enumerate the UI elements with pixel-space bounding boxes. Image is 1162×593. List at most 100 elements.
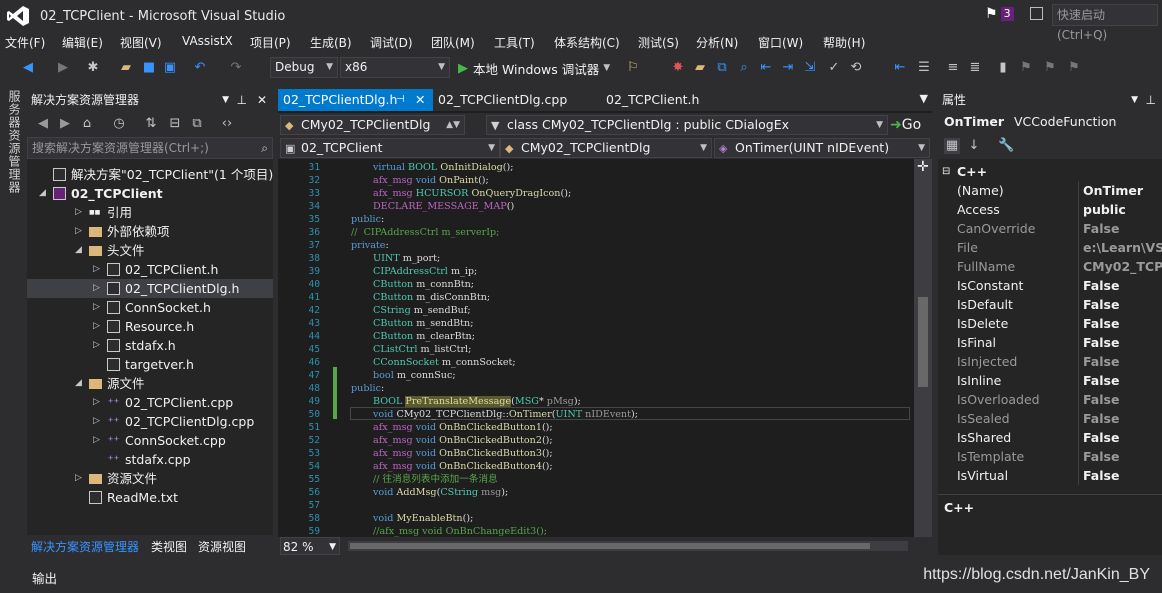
property-row[interactable]: IsTemplate False bbox=[938, 447, 1162, 466]
property-row[interactable]: IsDefault False bbox=[938, 295, 1162, 314]
tree-item[interactable]: ▷ 资源文件 bbox=[27, 469, 273, 488]
code-icon[interactable]: ‹› bbox=[219, 116, 235, 132]
save-all-icon[interactable]: ▣ bbox=[162, 60, 178, 76]
property-row[interactable]: IsSealed False bbox=[938, 409, 1162, 428]
member-select[interactable]: ◈ OnTimer(UINT nIDEvent) ▼ bbox=[714, 138, 930, 158]
prev-bookmark-icon[interactable]: ⚑ bbox=[1018, 60, 1034, 76]
chevron-down-icon[interactable]: ▼ bbox=[1131, 89, 1138, 111]
tree-item[interactable]: ▷ ■■ 引用 bbox=[27, 203, 273, 222]
start-debugging-button[interactable]: ▶ 本地 Windows 调试器 ▼ bbox=[458, 58, 610, 78]
bottom-tab-1[interactable]: 类视图 bbox=[151, 538, 187, 555]
object-selector[interactable]: OnTimer VCCodeFunction bbox=[938, 111, 1162, 133]
home-icon[interactable]: ⌂ bbox=[79, 116, 95, 132]
menu-item-2[interactable]: 视图(V) bbox=[120, 34, 162, 51]
property-row[interactable]: IsConstant False bbox=[938, 276, 1162, 295]
property-row[interactable]: IsInjected False bbox=[938, 352, 1162, 371]
tree-item[interactable]: targetver.h bbox=[27, 355, 273, 374]
show-all-files-icon[interactable]: ⧉ bbox=[189, 116, 205, 132]
redo-icon[interactable]: ↷ bbox=[228, 60, 244, 76]
folder-icon[interactable]: ▰ bbox=[692, 60, 708, 76]
property-category[interactable]: ⊟ C++ bbox=[938, 162, 1162, 181]
platform-select[interactable]: x86 ▼ bbox=[340, 57, 450, 78]
clear-bookmarks-icon[interactable]: ⚑ bbox=[1066, 60, 1082, 76]
tab-overflow-icon[interactable]: ▼ bbox=[920, 92, 928, 105]
menu-item-6[interactable]: 调试(D) bbox=[370, 34, 413, 51]
spellcheck-icon[interactable]: ✓ bbox=[826, 60, 842, 76]
forward-icon[interactable]: ▶ bbox=[57, 116, 73, 132]
pin-icon[interactable]: ⊥ bbox=[1146, 89, 1156, 111]
property-row[interactable]: (Name) OnTimer bbox=[938, 181, 1162, 200]
solution-configuration-select[interactable]: Debug ▼ bbox=[270, 57, 338, 78]
collapsed-icon[interactable]: ▷ bbox=[93, 298, 100, 317]
uncomment-icon[interactable]: ≣ bbox=[967, 60, 983, 76]
go-button[interactable]: ➜ Go bbox=[890, 115, 921, 135]
tree-item[interactable]: ▷ ⁺⁺ 02_TCPClient.cpp bbox=[27, 393, 273, 412]
tree-item[interactable]: ▷ Resource.h bbox=[27, 317, 273, 336]
arrow-right-icon[interactable]: ⇥ bbox=[780, 60, 796, 76]
menu-item-1[interactable]: 编辑(E) bbox=[62, 34, 103, 51]
expanded-icon[interactable]: ◢ bbox=[75, 374, 82, 393]
bottom-tab-2[interactable]: 资源视图 bbox=[198, 538, 246, 555]
menu-item-4[interactable]: 项目(P) bbox=[250, 34, 291, 51]
sync-icon[interactable]: ⇅ bbox=[143, 116, 159, 132]
outdent-icon[interactable]: ☰ bbox=[916, 60, 932, 76]
collapsed-icon[interactable]: ▷ bbox=[93, 317, 100, 336]
code-text-area[interactable]: 31 32 33 34 35 36 37 38 39 40 41 42 43 44 45 46 47 48 49 50… bbox=[278, 159, 932, 537]
menu-item-10[interactable]: 测试(S) bbox=[638, 34, 679, 51]
collapsed-icon[interactable]: ▷ bbox=[93, 393, 100, 412]
property-row[interactable]: IsOverloaded False bbox=[938, 390, 1162, 409]
va-definition-select[interactable]: ▼ class CMy02_TCPClientDlg : public CDia… bbox=[486, 115, 888, 135]
tree-item[interactable]: ▷ ⁺⁺ 02_TCPClientDlg.cpp bbox=[27, 412, 273, 431]
notifications[interactable]: ⚑ 3 bbox=[985, 6, 1014, 22]
output-tab[interactable]: 输出 bbox=[32, 568, 57, 587]
server-explorer-tab[interactable]: 服务器资源管理器 bbox=[6, 90, 23, 194]
step-icon[interactable]: ⇲ bbox=[802, 60, 818, 76]
property-row[interactable]: Access public bbox=[938, 200, 1162, 219]
collapsed-icon[interactable]: ▷ bbox=[93, 412, 100, 431]
vertical-scrollbar[interactable]: ✛ bbox=[914, 159, 932, 537]
tree-item[interactable]: ◢ 02_TCPClient bbox=[27, 184, 273, 203]
save-icon[interactable]: ■ bbox=[141, 60, 157, 76]
bug-icon[interactable]: ✸ bbox=[670, 60, 686, 76]
back-icon[interactable]: ◀ bbox=[35, 116, 51, 132]
tree-item[interactable]: ◢ 源文件 bbox=[27, 374, 273, 393]
property-row[interactable]: IsInline False bbox=[938, 371, 1162, 390]
menu-item-3[interactable]: VAssistX bbox=[182, 34, 233, 48]
collapsed-icon[interactable]: ▷ bbox=[75, 203, 82, 222]
va-context-select[interactable]: ◆ CMy02_TCPClientDlg ▲▼ bbox=[280, 115, 465, 135]
menu-item-11[interactable]: 分析(N) bbox=[696, 34, 738, 51]
history-icon[interactable]: ◷ bbox=[111, 116, 127, 132]
next-bookmark-icon[interactable]: ⚑ bbox=[1042, 60, 1058, 76]
tree-item[interactable]: ▷ 02_TCPClient.h bbox=[27, 260, 273, 279]
menu-item-7[interactable]: 团队(M) bbox=[431, 34, 475, 51]
close-icon[interactable]: ✕ bbox=[257, 89, 267, 111]
wrench-icon[interactable]: 🔧 bbox=[998, 138, 1014, 154]
close-icon[interactable]: ✕ bbox=[415, 89, 425, 111]
pin-icon[interactable]: ⊥ bbox=[237, 89, 247, 111]
tree-item[interactable]: 解决方案"02_TCPClient"(1 个项目) bbox=[27, 165, 273, 184]
property-row[interactable]: IsShared False bbox=[938, 428, 1162, 447]
property-row[interactable]: CanOverride False bbox=[938, 219, 1162, 238]
collapsed-icon[interactable]: ▷ bbox=[93, 279, 100, 298]
bottom-tab-0[interactable]: 解决方案资源管理器 bbox=[31, 538, 139, 555]
menu-item-9[interactable]: 体系结构(C) bbox=[554, 34, 620, 51]
tree-item[interactable]: ▷ 02_TCPClientDlg.h bbox=[27, 279, 273, 298]
scrollbar-thumb[interactable] bbox=[918, 297, 928, 387]
class-select[interactable]: ◆ CMy02_TCPClientDlg ▼ bbox=[500, 138, 712, 158]
collapsed-icon[interactable]: ▷ bbox=[93, 260, 100, 279]
tree-item[interactable]: ▷ 外部依赖项 bbox=[27, 222, 273, 241]
server-explorer-strip[interactable]: 服务器资源管理器 bbox=[0, 84, 24, 564]
comment-icon[interactable]: ≡ bbox=[945, 60, 961, 76]
tab-02-tcpclientdlg-cpp[interactable]: 02_TCPClientDlg.cpp bbox=[433, 89, 593, 111]
collapsed-icon[interactable]: ▷ bbox=[75, 469, 82, 488]
property-row[interactable]: File e:\Learn\VS\ bbox=[938, 238, 1162, 257]
solution-search-input[interactable]: 搜索解决方案资源管理器(Ctrl+;) ⌕ bbox=[27, 137, 273, 159]
collapsed-icon[interactable]: ▷ bbox=[93, 431, 100, 450]
menu-item-13[interactable]: 帮助(H) bbox=[823, 34, 865, 51]
horizontal-scrollbar[interactable] bbox=[348, 541, 908, 551]
quick-launch-input[interactable]: 快速启动 (Ctrl+Q) bbox=[1052, 4, 1158, 42]
feedback-icon[interactable] bbox=[1030, 7, 1043, 20]
tree-item[interactable]: ◢ 头文件 bbox=[27, 241, 273, 260]
property-row[interactable]: IsVirtual False bbox=[938, 466, 1162, 485]
chevron-down-icon[interactable]: ▼ bbox=[222, 89, 229, 111]
